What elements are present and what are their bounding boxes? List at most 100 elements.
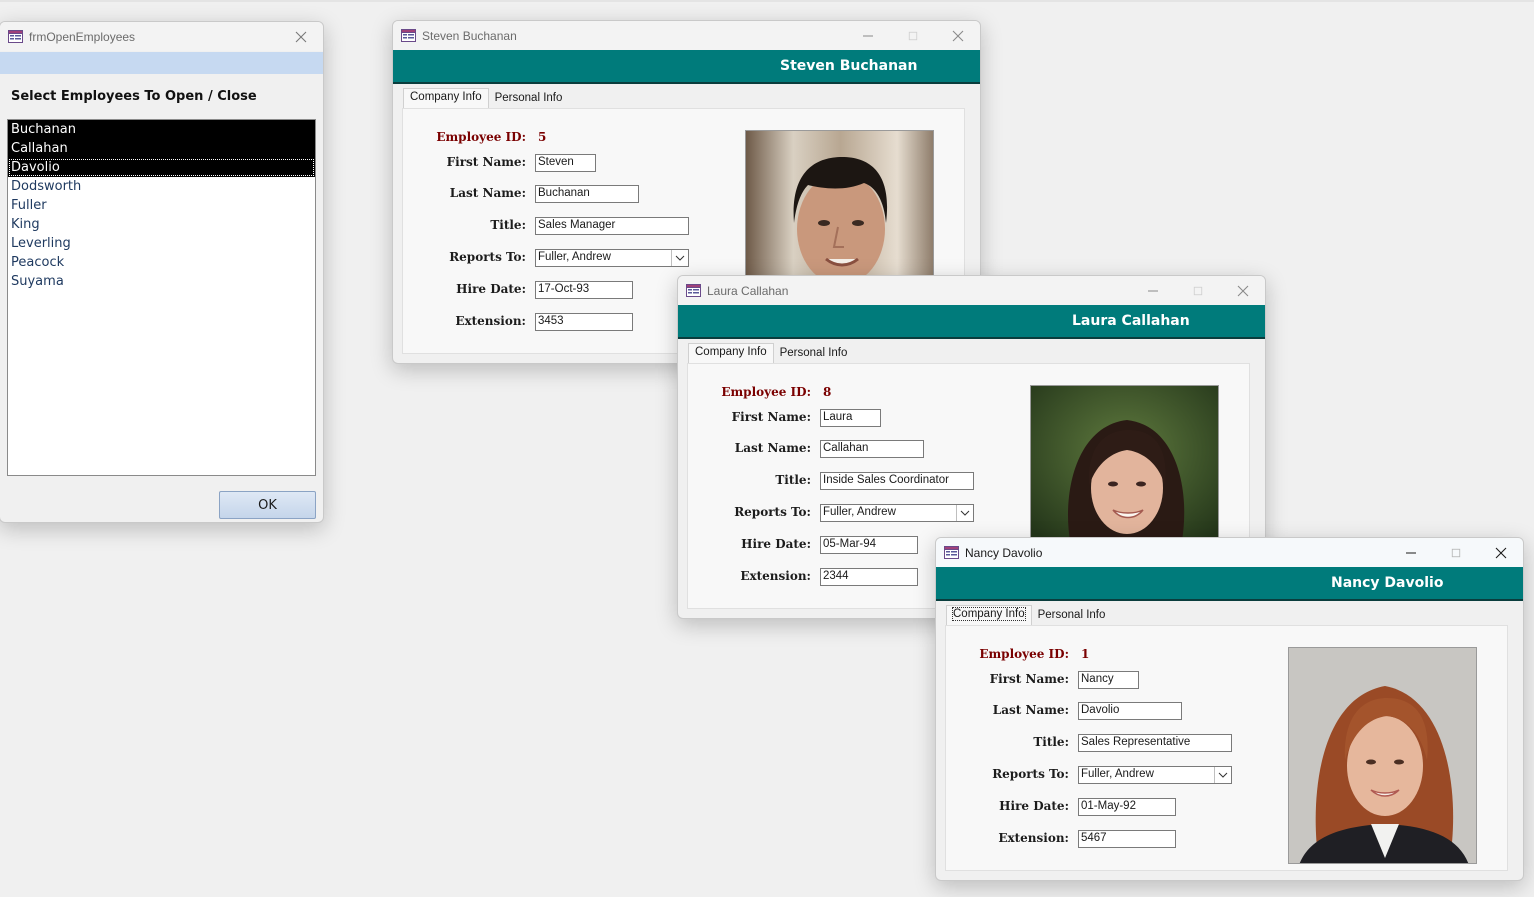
form-icon [8, 30, 23, 43]
man-portrait [746, 131, 933, 279]
last-name-field[interactable]: Callahan [820, 440, 924, 458]
maximize-button[interactable] [890, 21, 935, 50]
reports-to-label: Reports To: [992, 767, 1069, 781]
close-button[interactable] [1478, 538, 1523, 567]
last-name-field[interactable]: Buchanan [535, 185, 639, 203]
list-item[interactable]: Leverling [8, 234, 315, 253]
employee-header-band: Laura Callahan [678, 305, 1265, 339]
tab-personal-info[interactable]: Personal Info [489, 90, 569, 109]
dropdown-button[interactable] [956, 505, 973, 521]
employee-id-value: 5 [538, 130, 547, 144]
title-label: Title: [775, 473, 811, 487]
open-employees-titlebar[interactable]: frmOpenEmployees [0, 22, 323, 51]
window-title: Laura Callahan [707, 283, 789, 298]
minimize-button[interactable] [845, 21, 890, 50]
desktop-top-edge [0, 0, 1534, 2]
woman-portrait [1289, 648, 1476, 863]
employee-header-name: Nancy Davolio [1331, 575, 1444, 591]
reports-to-value: Fuller, Andrew [538, 251, 611, 263]
tab-label: Personal Info [1037, 609, 1106, 621]
maximize-button[interactable] [1175, 276, 1220, 305]
first-name-field[interactable]: Steven [535, 154, 596, 172]
last-name-field[interactable]: Davolio [1078, 702, 1182, 720]
tab-label: Company Info [410, 91, 482, 103]
list-item[interactable]: Peacock [8, 253, 315, 272]
employee-titlebar[interactable]: Nancy Davolio [936, 538, 1523, 567]
reports-to-combo[interactable]: Fuller, Andrew [820, 504, 974, 522]
form-icon [944, 546, 959, 559]
list-item[interactable]: Fuller [8, 196, 315, 215]
dropdown-button[interactable] [671, 250, 688, 266]
last-name-label: Last Name: [992, 703, 1069, 717]
minimize-button[interactable] [1388, 538, 1433, 567]
tab-personal-info[interactable]: Personal Info [774, 345, 854, 364]
hire-date-label: Hire Date: [741, 537, 811, 551]
list-item[interactable]: Dodsworth [8, 177, 315, 196]
window-title: Steven Buchanan [422, 28, 517, 43]
list-item[interactable]: Davolio [8, 158, 315, 177]
tab-strip: Company Info Personal Info [403, 88, 569, 109]
tab-company-info[interactable]: Company Info [946, 605, 1032, 626]
employee-photo [1288, 647, 1477, 864]
employee-titlebar[interactable]: Laura Callahan [678, 276, 1265, 305]
employee-header-name: Laura Callahan [1072, 313, 1190, 329]
reports-to-combo[interactable]: Fuller, Andrew [535, 249, 689, 267]
list-item[interactable]: Buchanan [8, 120, 315, 139]
title-label: Title: [490, 218, 526, 232]
hire-date-field[interactable]: 01-May-92 [1078, 798, 1176, 816]
close-icon [952, 30, 964, 42]
minimize-icon [1405, 547, 1417, 559]
form-icon [401, 29, 416, 42]
title-field[interactable]: Inside Sales Coordinator [820, 472, 974, 490]
hire-date-field[interactable]: 05-Mar-94 [820, 536, 918, 554]
close-icon [1495, 547, 1507, 559]
list-item[interactable]: Callahan [8, 139, 315, 158]
hire-date-field[interactable]: 17-Oct-93 [535, 281, 633, 299]
first-name-field[interactable]: Nancy [1078, 671, 1139, 689]
employee-id-label: Employee ID: [436, 130, 526, 144]
hire-date-label: Hire Date: [456, 282, 526, 296]
employee-window-davolio: Nancy Davolio Nancy Davolio Company Info… [935, 537, 1524, 881]
prompt-band [0, 52, 323, 74]
maximize-button[interactable] [1433, 538, 1478, 567]
open-employees-window: frmOpenEmployees Select Employees To Ope… [0, 21, 324, 523]
minimize-button[interactable] [1130, 276, 1175, 305]
extension-label: Extension: [740, 569, 811, 583]
reports-to-value: Fuller, Andrew [1081, 768, 1154, 780]
extension-field[interactable]: 5467 [1078, 830, 1176, 848]
window-title: frmOpenEmployees [29, 29, 136, 44]
extension-field[interactable]: 3453 [535, 313, 633, 331]
prompt-label: Select Employees To Open / Close [11, 89, 257, 104]
first-name-field[interactable]: Laura [820, 409, 881, 427]
employee-header-band: Steven Buchanan [393, 50, 980, 84]
list-item[interactable]: King [8, 215, 315, 234]
extension-field[interactable]: 2344 [820, 568, 918, 586]
employee-titlebar[interactable]: Steven Buchanan [393, 21, 980, 50]
employee-listbox[interactable]: Buchanan Callahan Davolio Dodsworth Full… [7, 119, 316, 476]
reports-to-value: Fuller, Andrew [823, 506, 896, 518]
ok-button[interactable]: OK [219, 491, 316, 519]
tab-company-info[interactable]: Company Info [688, 343, 774, 364]
tab-strip: Company Info Personal Info [946, 605, 1112, 626]
list-item[interactable]: Suyama [8, 272, 315, 291]
title-field[interactable]: Sales Manager [535, 217, 689, 235]
hire-date-label: Hire Date: [999, 799, 1069, 813]
dropdown-button[interactable] [1214, 767, 1231, 783]
title-field[interactable]: Sales Representative [1078, 734, 1232, 752]
tab-company-info[interactable]: Company Info [403, 88, 489, 109]
first-name-label: First Name: [989, 672, 1069, 686]
close-button[interactable] [278, 22, 323, 51]
tab-label: Company Info [695, 346, 767, 358]
employee-photo [745, 130, 934, 280]
close-button[interactable] [935, 21, 980, 50]
maximize-icon [908, 31, 918, 41]
employee-header-band: Nancy Davolio [936, 567, 1523, 601]
close-button[interactable] [1220, 276, 1265, 305]
employee-header-name: Steven Buchanan [780, 58, 918, 74]
employee-id-label: Employee ID: [721, 385, 811, 399]
reports-to-combo[interactable]: Fuller, Andrew [1078, 766, 1232, 784]
chevron-down-icon [960, 510, 970, 516]
woman-portrait [1031, 386, 1218, 544]
tab-personal-info[interactable]: Personal Info [1032, 607, 1112, 626]
close-icon [295, 31, 307, 43]
